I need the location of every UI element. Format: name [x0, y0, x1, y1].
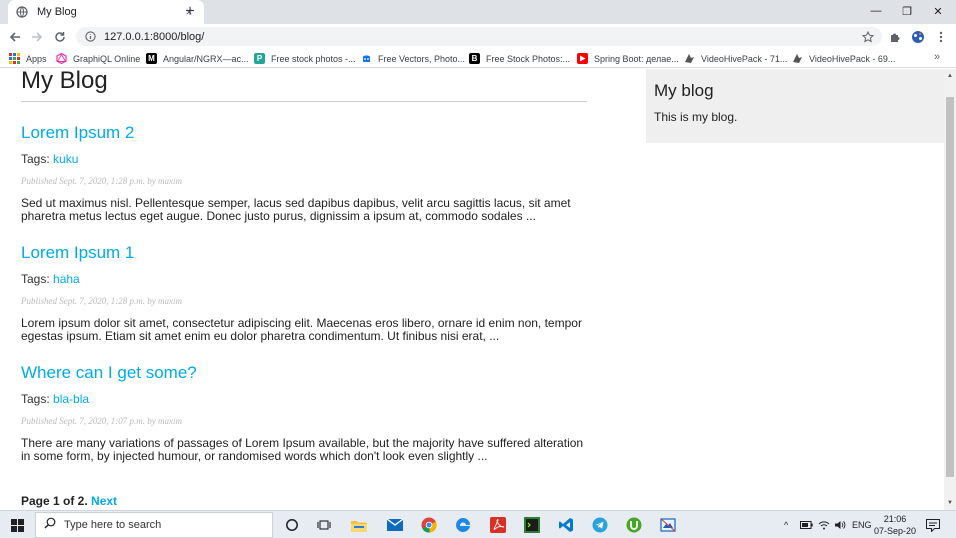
tag-link[interactable]: bla-bla [53, 392, 89, 406]
language-indicator[interactable]: ENG [852, 511, 872, 538]
bookmark-free-stock-photos-b[interactable]: B Free Stock Photos:... [469, 51, 570, 66]
post-tags: Tags: kuku [21, 152, 79, 166]
post-item: Where can I get some? Tags: bla-bla Publ… [21, 363, 587, 462]
page-title: My Blog [21, 69, 587, 102]
sidebar: My blog This is my blog. [646, 69, 944, 143]
close-window-button[interactable]: ✕ [922, 0, 954, 22]
medium-icon: M [146, 53, 157, 64]
restore-button[interactable]: ❐ [891, 0, 923, 22]
post-excerpt: Sed ut maximus nisl. Pellentesque semper… [21, 196, 571, 223]
tab-title: My Blog [37, 6, 77, 18]
volume-icon[interactable] [834, 511, 846, 538]
browser-tab[interactable]: My Blog × [8, 0, 204, 24]
pagination: Page 1 of 2. Next [21, 494, 117, 508]
bookmark-apps[interactable]: Apps [9, 51, 47, 66]
post-date: Published Sept. 7, 2020, 1:28 p.m. by ma… [21, 296, 182, 306]
bookmark-videohivepack-71[interactable]: VideoHivePack - 71... [684, 51, 787, 66]
extensions-puzzle-icon[interactable] [886, 28, 904, 45]
profile-avatar-icon[interactable] [909, 28, 927, 45]
cortana-icon[interactable] [281, 514, 303, 536]
system-clock[interactable]: 21:06 07-Sep-20 [873, 513, 917, 537]
photo-icon: P [254, 53, 265, 64]
post-date: Published Sept. 7, 2020, 1:28 p.m. by ma… [21, 176, 182, 186]
post-tags: Tags: bla-bla [21, 392, 90, 406]
telegram-icon[interactable] [589, 514, 611, 536]
bookmark-free-stock-photos[interactable]: P Free stock photos -... [254, 51, 356, 66]
utorrent-icon[interactable] [623, 514, 645, 536]
apps-grid-icon [9, 53, 20, 64]
bookmark-star-icon[interactable] [860, 29, 876, 45]
post-tags: Tags: haha [21, 272, 80, 286]
tag-link[interactable]: haha [53, 272, 80, 286]
b-icon: B [469, 53, 480, 64]
videohive-icon [684, 53, 695, 64]
terminal-app-icon[interactable] [521, 514, 543, 536]
minimize-button[interactable]: — [860, 0, 892, 22]
acrobat-icon[interactable] [487, 514, 509, 536]
clock-date: 07-Sep-20 [873, 526, 917, 536]
next-page-link[interactable]: Next [91, 494, 117, 508]
clock-time: 21:06 [883, 514, 907, 524]
bookmark-graphiql[interactable]: GraphiQL Online [56, 51, 140, 66]
globe-icon [16, 6, 28, 18]
search-icon [44, 516, 56, 534]
youtube-icon [577, 53, 588, 64]
tab-strip: My Blog × + — ❐ ✕ [0, 0, 956, 24]
new-tab-button[interactable]: + [181, 3, 199, 21]
browser-toolbar: 127.0.0.1:8000/blog/ [0, 24, 956, 49]
url-text[interactable]: 127.0.0.1:8000/blog/ [104, 31, 860, 43]
edge-icon[interactable] [452, 514, 474, 536]
scroll-up-icon[interactable]: ▲ [944, 71, 956, 81]
page-viewport: My Blog Lorem Ipsum 2 Tags: kuku Publish… [0, 69, 956, 510]
file-explorer-icon[interactable] [348, 514, 370, 536]
wifi-icon[interactable] [818, 511, 830, 538]
screenshot-tool-icon[interactable] [657, 514, 679, 536]
tag-link[interactable]: kuku [53, 152, 78, 166]
mail-icon[interactable] [384, 514, 406, 536]
freepik-icon [361, 53, 372, 64]
post-item: Lorem Ipsum 2 Tags: kuku Published Sept.… [21, 123, 587, 222]
vscode-icon[interactable] [555, 514, 577, 536]
bookmark-free-vectors[interactable]: Free Vectors, Photo... [361, 51, 465, 66]
bookmarks-overflow-icon[interactable]: » [934, 51, 940, 63]
task-view-icon[interactable] [313, 514, 335, 536]
videohive-icon [792, 53, 803, 64]
post-title-link[interactable]: Where can I get some? [21, 363, 587, 383]
chrome-icon[interactable] [418, 514, 440, 536]
browser-menu-icon[interactable] [932, 28, 950, 45]
main-content: My Blog Lorem Ipsum 2 Tags: kuku Publish… [21, 69, 587, 462]
bookmark-spring-boot[interactable]: Spring Boot: делае... [577, 51, 679, 66]
bookmark-angular-ngrx[interactable]: M Angular/NGRX—ас... [146, 51, 249, 66]
back-arrow-icon[interactable] [6, 28, 24, 45]
address-bar[interactable]: 127.0.0.1:8000/blog/ [76, 27, 882, 46]
windows-start-icon[interactable] [0, 511, 34, 538]
battery-icon[interactable] [800, 511, 813, 538]
notifications-icon[interactable] [926, 511, 940, 538]
tray-chevron-icon[interactable]: ^ [784, 511, 788, 538]
post-item: Lorem Ipsum 1 Tags: haha Published Sept.… [21, 243, 587, 342]
bookmarks-bar: Apps GraphiQL Online M Angular/NGRX—ас..… [0, 49, 956, 68]
info-icon[interactable] [84, 31, 96, 43]
post-title-link[interactable]: Lorem Ipsum 2 [21, 123, 587, 143]
post-date: Published Sept. 7, 2020, 1:07 p.m. by ma… [21, 416, 182, 426]
post-excerpt: There are many variations of passages of… [21, 436, 584, 463]
sidebar-text: This is my blog. [654, 110, 738, 124]
scroll-down-icon[interactable]: ▼ [944, 498, 956, 508]
post-title-link[interactable]: Lorem Ipsum 1 [21, 243, 587, 263]
forward-arrow-icon[interactable] [28, 28, 46, 45]
reload-icon[interactable] [51, 28, 69, 45]
taskbar-search-input[interactable]: Type here to search [35, 512, 273, 538]
pagination-status: Page 1 of 2. [21, 494, 88, 508]
post-excerpt: Lorem ipsum dolor sit amet, consectetur … [21, 316, 582, 343]
bookmark-videohivepack-69[interactable]: VideoHivePack - 69... [792, 51, 895, 66]
graphql-icon [56, 53, 67, 64]
windows-taskbar: Type here to search ^ ENG 21:06 07-Sep-2… [0, 510, 956, 538]
scrollbar-thumb[interactable] [946, 97, 954, 477]
vertical-scrollbar[interactable]: ▲ ▼ [944, 69, 956, 510]
sidebar-title: My blog [654, 81, 714, 100]
search-placeholder: Type here to search [64, 519, 162, 531]
